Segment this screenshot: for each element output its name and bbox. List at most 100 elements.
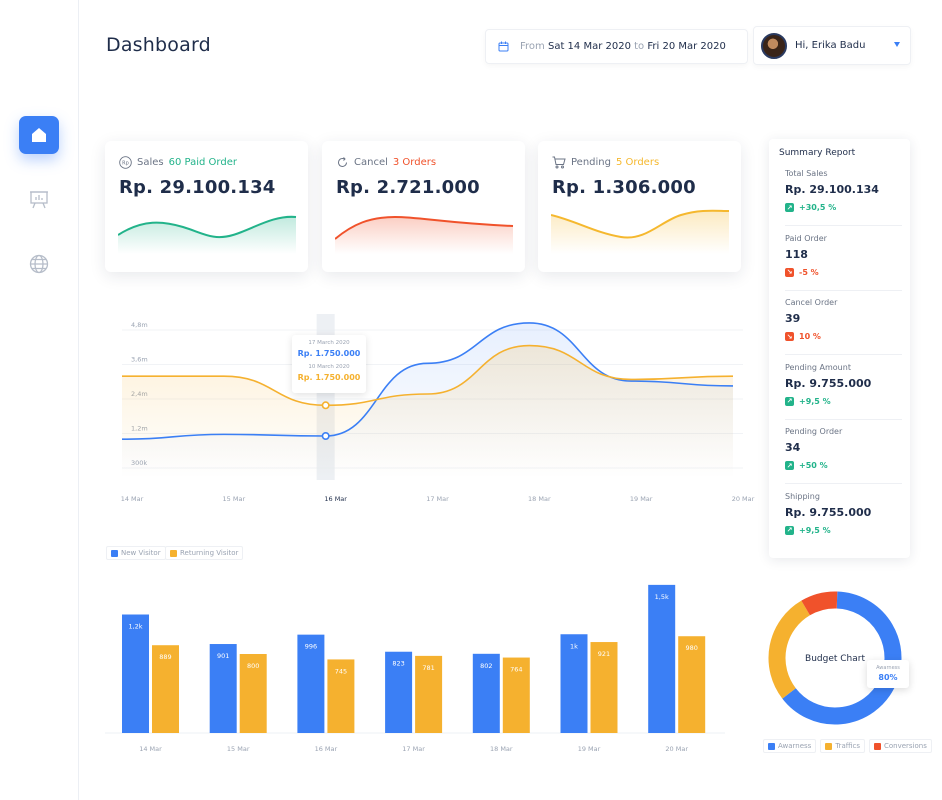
summary-row: Total Sales Rp. 29.100.134 ↗ +30,5 %: [785, 169, 902, 226]
nav-globe-button[interactable]: [19, 245, 59, 283]
bar-value-label: 901: [217, 652, 229, 660]
x-tick-label: 17 Mar: [402, 745, 425, 753]
page-title: Dashboard: [106, 34, 211, 56]
bar[interactable]: [648, 584, 676, 733]
bar[interactable]: [122, 614, 149, 734]
callout-value: 80%: [878, 673, 898, 682]
donut-title: Budget Chart: [805, 654, 865, 664]
x-tick-label: 17 Mar: [426, 495, 449, 503]
legend-returning-visitor: Returning Visitor: [165, 546, 244, 560]
summary-report-panel: Summary Report Total Sales Rp. 29.100.134…: [769, 139, 910, 558]
tooltip-date-2: 10 March 2020: [308, 364, 350, 370]
bar-value-label: 996: [305, 643, 317, 651]
cart-icon: [552, 156, 566, 169]
pending-sparkline: [551, 209, 730, 254]
bar-value-label: 889: [159, 653, 171, 661]
card-label: Pending 5 Orders: [552, 156, 659, 169]
summary-label: Shipping: [785, 491, 820, 501]
x-tick-label: 19 Mar: [630, 495, 653, 503]
refresh-icon: [338, 157, 347, 167]
summary-delta-text: +30,5 %: [799, 203, 837, 212]
y-tick-label: 3,6m: [131, 356, 148, 364]
summary-delta: ↘ -5 %: [785, 267, 900, 277]
tooltip-date-1: 17 March 2020: [308, 340, 350, 346]
legend-new-visitor: New Visitor: [106, 546, 166, 560]
sales-sparkline: [118, 215, 297, 254]
legend-swatch: [170, 549, 177, 557]
sales-card[interactable]: Rp Sales 60 Paid Order Rp. 29.100.134: [105, 141, 308, 272]
bar-value-label: 1,2k: [128, 623, 142, 631]
y-tick-label: 4,8m: [131, 321, 148, 329]
chevron-down-icon: [894, 42, 900, 47]
trend-up-icon: ↗: [785, 461, 794, 470]
divider: [785, 354, 902, 355]
summary-value: Rp. 9.755.000: [785, 376, 872, 390]
summary-label: Paid Order: [785, 233, 827, 243]
sales-line-chart[interactable]: 4,8m3,6m2,4m1,2m300k 14 Mar15 Mar16 Mar1…: [105, 296, 755, 511]
summary-delta: ↗ +9,5 %: [785, 396, 900, 406]
chart-tooltip: 17 March 2020 Rp. 1.750.000 10 March 202…: [292, 335, 366, 393]
divider: [785, 483, 902, 484]
data-point[interactable]: [321, 432, 330, 441]
legend-swatch: [825, 742, 833, 750]
bar-value-label: 745: [335, 667, 347, 675]
summary-delta: ↗ +9,5 %: [785, 525, 900, 535]
summary-delta-text: +9,5 %: [799, 525, 831, 535]
summary-delta: ↗ +30,5 %: [785, 203, 900, 212]
trend-up-icon: ↗: [785, 396, 794, 406]
donut-slice[interactable]: [768, 600, 811, 699]
legend-label: New Visitor: [121, 549, 161, 557]
donut-legend-item: Awarness: [763, 739, 817, 753]
nav-presentation-button[interactable]: [19, 180, 59, 218]
card-highlight: 3 Orders: [392, 157, 437, 168]
x-tick-label: 15 Mar: [223, 495, 246, 503]
summary-label: Pending Amount: [785, 362, 851, 372]
summary-row: Paid Order 118 ↘ -5 %: [785, 233, 902, 291]
cancel-card[interactable]: Cancel 3 Orders Rp. 2.721.000: [322, 141, 525, 272]
x-tick-label: 19 Mar: [578, 745, 601, 753]
donut-slice[interactable]: [801, 591, 838, 616]
bar-value-label: 1k: [570, 642, 578, 650]
budget-donut-chart[interactable]: Budget Chart: [763, 583, 913, 733]
date-from: Sat 14 Mar 2020: [547, 41, 631, 52]
card-label-text: Sales: [137, 157, 164, 168]
x-tick-label: 15 Mar: [227, 745, 250, 753]
legend-label: Returning Visitor: [180, 549, 239, 557]
card-amount: Rp. 2.721.000: [336, 177, 480, 198]
data-point[interactable]: [321, 401, 330, 410]
x-tick-label: 16 Mar: [315, 745, 338, 753]
summary-value: 34: [785, 441, 801, 454]
summary-value: Rp. 9.755.000: [785, 505, 872, 519]
avatar: [761, 32, 787, 59]
bar-value-label: 781: [422, 664, 434, 672]
globe-icon: [29, 254, 49, 274]
pending-card[interactable]: Pending 5 Orders Rp. 1.306.000: [538, 141, 741, 272]
calendar-icon: [486, 41, 520, 52]
trend-up-icon: ↗: [785, 525, 794, 535]
user-menu[interactable]: Hi, Erika Badu: [753, 26, 911, 65]
card-amount: Rp. 1.306.000: [552, 177, 696, 198]
tooltip-value-2: Rp. 1.750.000: [297, 373, 361, 382]
callout-label: Awarness: [876, 665, 900, 671]
visitor-bar-chart[interactable]: 1,2k 889 14 Mar 901 800 15 Mar 996 745 16 Mar 823…: [105, 565, 745, 765]
summary-row: Cancel Order 39 ↘ 10 %: [785, 298, 902, 355]
bar-value-label: 921: [598, 650, 610, 658]
date-to-prefix: to: [634, 41, 645, 52]
card-highlight: 60 Paid Order: [168, 157, 237, 168]
summary-title: Summary Report: [779, 148, 856, 158]
summary-value: 118: [785, 247, 808, 261]
date-to: Fri 20 Mar 2020: [647, 41, 726, 52]
summary-delta-text: +9,5 %: [799, 396, 831, 406]
date-from-prefix: From: [520, 41, 545, 52]
tooltip-value-1: Rp. 1.750.000: [297, 349, 361, 358]
summary-delta-text: 10 %: [799, 332, 821, 341]
legend-swatch: [111, 549, 118, 557]
summary-delta: ↗ +50 %: [785, 461, 900, 470]
bar-value-label: 800: [247, 662, 259, 670]
home-icon: [32, 128, 46, 142]
summary-label: Pending Order: [785, 427, 843, 436]
trend-down-icon: ↘: [785, 267, 794, 277]
summary-row: Pending Order 34 ↗ +50 %: [785, 427, 902, 484]
nav-home-button[interactable]: [19, 116, 59, 154]
date-range-picker[interactable]: From Sat 14 Mar 2020 to Fri 20 Mar 2020: [485, 29, 748, 64]
